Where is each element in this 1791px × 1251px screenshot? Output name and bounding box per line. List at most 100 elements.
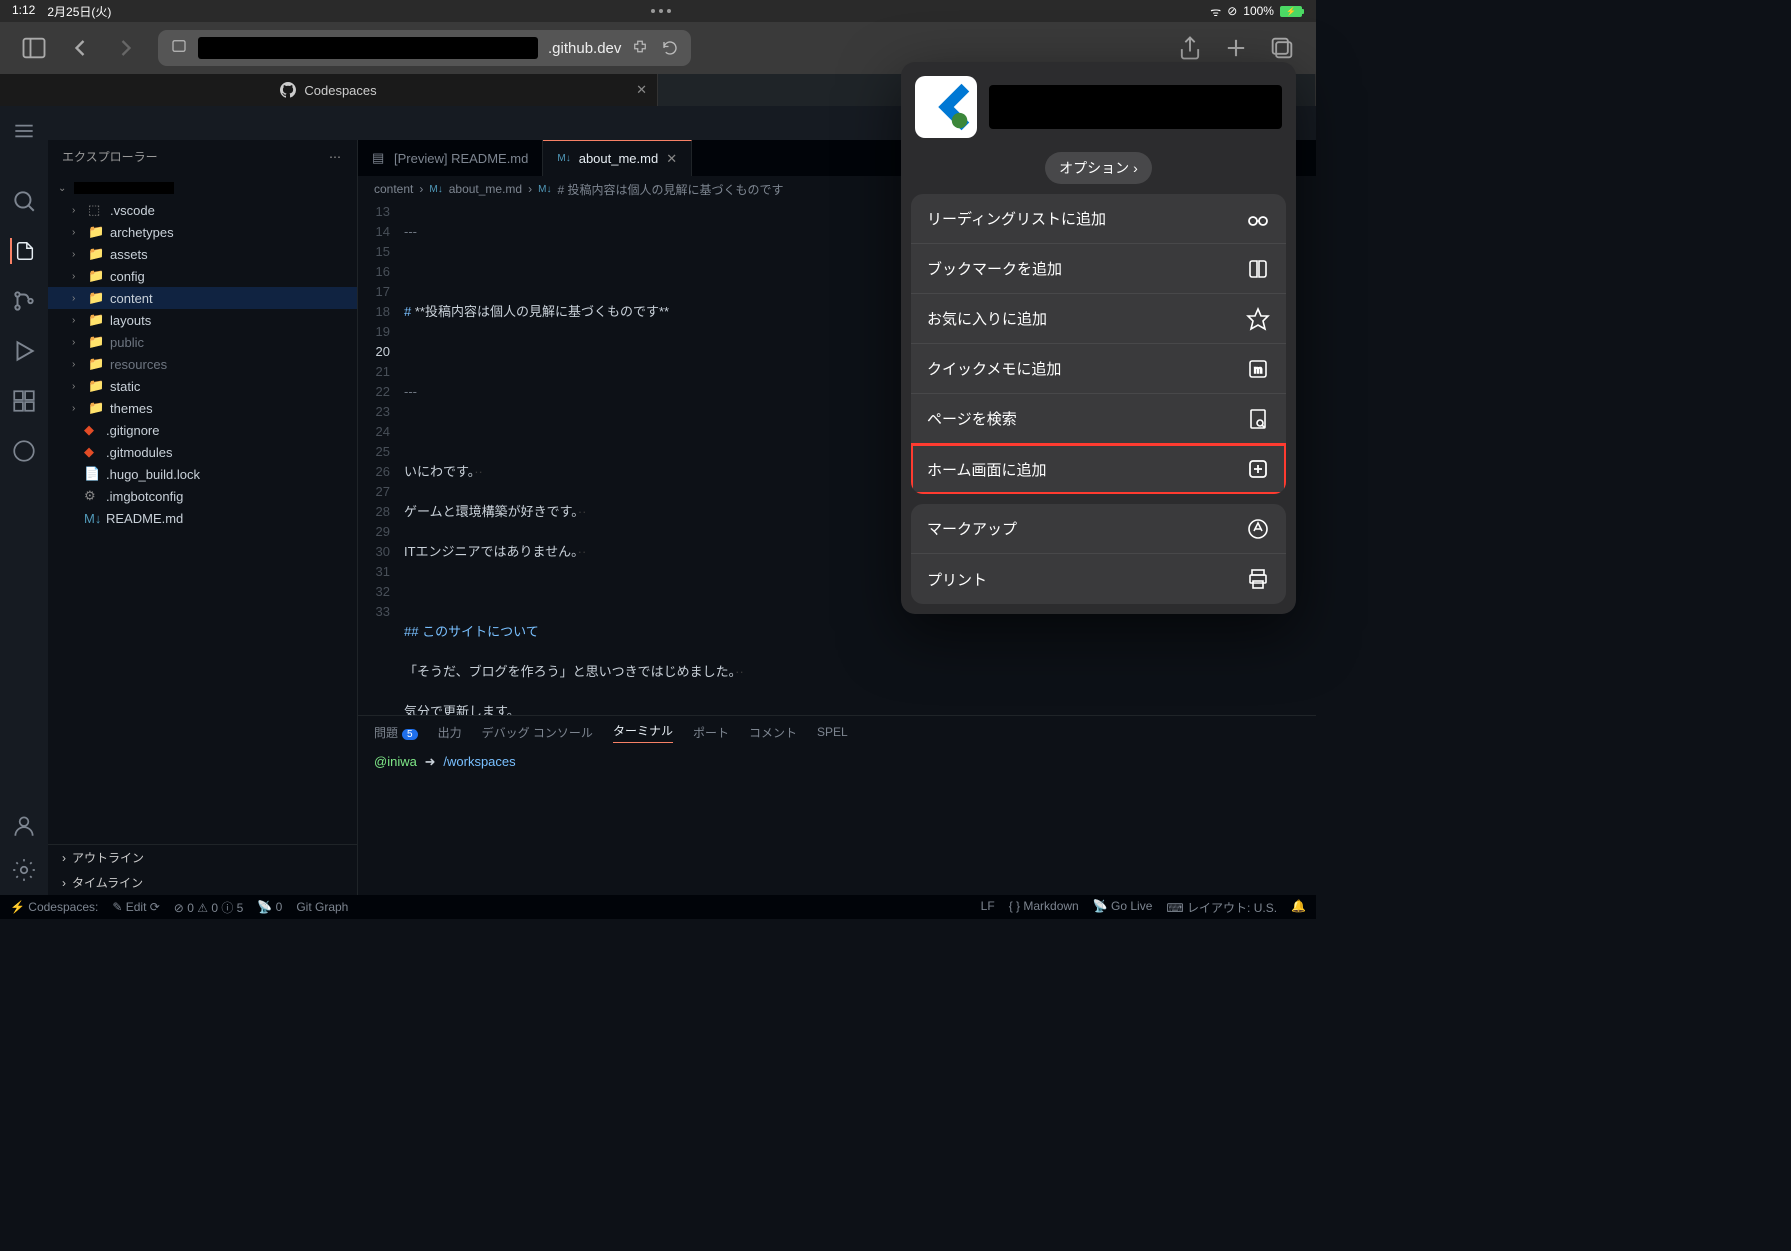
search-icon[interactable] bbox=[11, 188, 37, 214]
tab-debug[interactable]: デバッグ コンソール bbox=[482, 724, 593, 741]
tree-item[interactable]: ›📁themes bbox=[48, 397, 357, 419]
plus-square-icon bbox=[1246, 457, 1270, 481]
new-tab-button[interactable] bbox=[1222, 34, 1250, 62]
tree-item[interactable]: ›📁static bbox=[48, 375, 357, 397]
source-control-icon[interactable] bbox=[11, 288, 37, 314]
settings-icon[interactable] bbox=[11, 857, 37, 883]
tab-output[interactable]: 出力 bbox=[438, 724, 462, 741]
file-icon: ◆ bbox=[84, 444, 100, 460]
sidebar-footer: ›アウトライン ›タイムライン bbox=[48, 844, 357, 895]
sb-diagnostics[interactable]: ⊘ 0 ⚠ 0 ⓘ 5 bbox=[174, 899, 244, 916]
activity-bar bbox=[0, 106, 48, 895]
terminal-panel: 問題5 出力 デバッグ コンソール ターミナル ポート コメント SPEL @i… bbox=[358, 715, 1316, 895]
extensions-icon[interactable] bbox=[631, 37, 649, 59]
tab-terminal[interactable]: ターミナル bbox=[613, 722, 673, 743]
terminal-body[interactable]: @iniwa ➜ /workspaces bbox=[358, 748, 1316, 895]
sidebar-title: エクスプローラー bbox=[62, 148, 158, 165]
sidebar-toggle-icon[interactable] bbox=[20, 34, 48, 62]
add-bookmark[interactable]: ブックマークを追加 bbox=[911, 244, 1286, 294]
markup[interactable]: マークアップ bbox=[911, 504, 1286, 554]
browser-tab-codespaces[interactable]: Codespaces ✕ bbox=[0, 74, 658, 106]
forward-button[interactable] bbox=[112, 34, 140, 62]
tree-item[interactable]: ›📁layouts bbox=[48, 309, 357, 331]
tab-label: Codespaces bbox=[304, 83, 376, 98]
preview-icon: ▤ bbox=[372, 150, 386, 166]
file-icon: ◆ bbox=[84, 422, 100, 438]
folder-icon: 📁 bbox=[88, 268, 104, 284]
add-to-homescreen[interactable]: ホーム画面に追加 bbox=[911, 444, 1286, 494]
close-icon[interactable]: ✕ bbox=[636, 82, 647, 98]
timeline-section[interactable]: ›タイムライン bbox=[48, 870, 357, 895]
tree-item[interactable]: ›📁content bbox=[48, 287, 357, 309]
tree-item[interactable]: ›📁assets bbox=[48, 243, 357, 265]
sb-bell-icon[interactable]: 🔔 bbox=[1291, 899, 1306, 916]
github-icon[interactable] bbox=[11, 438, 37, 464]
book-icon bbox=[1246, 257, 1270, 281]
sb-golive[interactable]: 📡 Go Live bbox=[1093, 899, 1153, 916]
find-on-page[interactable]: ページを検索 bbox=[911, 394, 1286, 444]
url-bar[interactable]: .github.dev bbox=[158, 30, 691, 66]
add-reading-list[interactable]: リーディングリストに追加 bbox=[911, 194, 1286, 244]
battery-pct: 100% bbox=[1243, 4, 1274, 18]
tree-item[interactable]: ◆.gitmodules bbox=[48, 441, 357, 463]
sheet-header bbox=[911, 72, 1286, 142]
tree-item[interactable]: ⚙.imgbotconfig bbox=[48, 485, 357, 507]
tree-item[interactable]: ›📁archetypes bbox=[48, 221, 357, 243]
outline-section[interactable]: ›アウトライン bbox=[48, 845, 357, 870]
editor-tab-aboutme[interactable]: M↓ about_me.md ✕ bbox=[543, 140, 692, 176]
tab-comments[interactable]: コメント bbox=[749, 724, 797, 741]
terminal-tabs: 問題5 出力 デバッグ コンソール ターミナル ポート コメント SPEL bbox=[358, 716, 1316, 748]
sb-codespaces[interactable]: ⚡ Codespaces: bbox=[10, 900, 98, 914]
github-icon bbox=[280, 82, 296, 98]
back-button[interactable] bbox=[66, 34, 94, 62]
star-icon bbox=[1246, 307, 1270, 331]
markdown-icon: M↓ bbox=[557, 153, 570, 164]
editor-tab-preview[interactable]: ▤ [Preview] README.md bbox=[358, 140, 543, 176]
sb-ports[interactable]: 📡 0 bbox=[257, 900, 282, 914]
ipad-status-bar: 1:12 2月25日(火) ᯤ ⊘ 100% ⚡ bbox=[0, 0, 1316, 22]
tab-problems[interactable]: 問題5 bbox=[374, 724, 418, 741]
tree-item[interactable]: ◆.gitignore bbox=[48, 419, 357, 441]
tab-spell[interactable]: SPEL bbox=[817, 725, 848, 739]
close-icon[interactable]: ✕ bbox=[666, 151, 677, 167]
status-date: 2月25日(火) bbox=[47, 3, 111, 20]
tabs-overview-button[interactable] bbox=[1268, 34, 1296, 62]
print-icon bbox=[1246, 567, 1270, 591]
account-icon[interactable] bbox=[11, 813, 37, 839]
reader-icon[interactable] bbox=[170, 37, 188, 59]
tree-item[interactable]: ›⬚.vscode bbox=[48, 199, 357, 221]
reload-icon[interactable] bbox=[661, 37, 679, 59]
sb-layout[interactable]: ⌨ レイアウト: U.S. bbox=[1166, 899, 1277, 916]
note-icon: m bbox=[1246, 357, 1270, 381]
share-button[interactable] bbox=[1176, 34, 1204, 62]
tree-root[interactable]: ⌄ bbox=[48, 177, 357, 199]
tree-item[interactable]: ›📁public bbox=[48, 331, 357, 353]
sb-lf[interactable]: LF bbox=[981, 899, 995, 916]
sheet-title-mask bbox=[989, 85, 1282, 129]
folder-icon: 📁 bbox=[88, 400, 104, 416]
sb-edit[interactable]: ✎ Edit ⟳ bbox=[112, 900, 159, 914]
menu-icon[interactable] bbox=[11, 118, 37, 144]
explorer-icon[interactable] bbox=[10, 238, 36, 264]
extensions-icon[interactable] bbox=[11, 388, 37, 414]
share-sheet: オプション › リーディングリストに追加 ブックマークを追加 お気に入りに追加 … bbox=[901, 62, 1296, 614]
print[interactable]: プリント bbox=[911, 554, 1286, 604]
options-button[interactable]: オプション › bbox=[1045, 152, 1152, 184]
add-favorite[interactable]: お気に入りに追加 bbox=[911, 294, 1286, 344]
debug-icon[interactable] bbox=[11, 338, 37, 364]
add-quicknote[interactable]: クイックメモに追加 m bbox=[911, 344, 1286, 394]
more-icon[interactable]: ⋯ bbox=[329, 150, 343, 164]
tab-ports[interactable]: ポート bbox=[693, 724, 729, 741]
tree-item[interactable]: ›📁resources bbox=[48, 353, 357, 375]
status-bar: ⚡ Codespaces: ✎ Edit ⟳ ⊘ 0 ⚠ 0 ⓘ 5 📡 0 G… bbox=[0, 895, 1316, 919]
sidebar-header: エクスプローラー ⋯ bbox=[48, 140, 357, 173]
sb-git[interactable]: Git Graph bbox=[296, 900, 348, 914]
status-time: 1:12 bbox=[12, 3, 35, 20]
sheet-options: オプション › bbox=[911, 152, 1286, 184]
tree-item[interactable]: ›📁config bbox=[48, 265, 357, 287]
tree-item[interactable]: M↓README.md bbox=[48, 507, 357, 529]
tree-item[interactable]: 📄.hugo_build.lock bbox=[48, 463, 357, 485]
battery-icon: ⚡ bbox=[1280, 6, 1304, 17]
sb-lang[interactable]: { } Markdown bbox=[1009, 899, 1079, 916]
multitask-pill[interactable] bbox=[651, 9, 671, 13]
